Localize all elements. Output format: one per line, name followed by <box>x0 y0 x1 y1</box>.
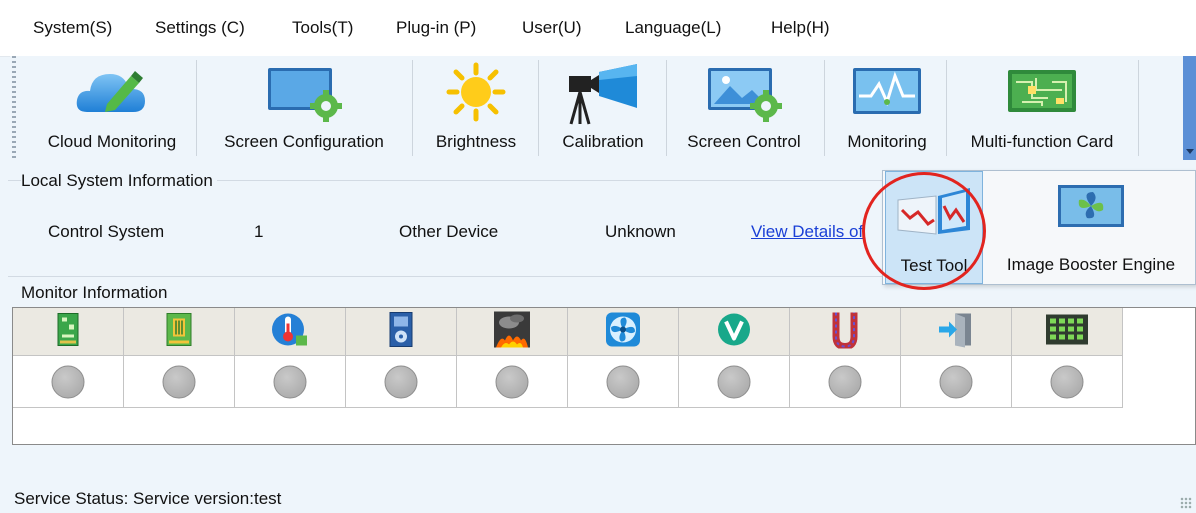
test-tool-label: Test Tool <box>900 256 968 275</box>
monitor-column-header[interactable] <box>790 308 901 356</box>
thermometer-icon <box>272 311 308 352</box>
calibration-button[interactable]: Calibration <box>544 56 662 160</box>
menu-plugin[interactable]: Plug-in (P) <box>396 18 476 38</box>
fan-icon <box>605 311 641 352</box>
menu-system[interactable]: System(S) <box>33 18 112 38</box>
status-cell <box>13 356 124 408</box>
voltage-icon <box>717 312 751 351</box>
resize-grip[interactable] <box>1180 497 1192 509</box>
screen-picture-gear-icon <box>704 62 784 127</box>
fan-board-icon <box>389 311 413 352</box>
control-system-value: 1 <box>254 222 264 241</box>
status-indicator <box>384 365 418 398</box>
other-device-label: Other Device <box>399 222 499 241</box>
menu-bar: System(S) Settings (C) Tools(T) Plug-in … <box>0 0 1196 57</box>
status-cell <box>679 356 790 408</box>
toolbar-separator <box>196 60 197 156</box>
status-indicator <box>828 365 862 398</box>
toolbar-separator <box>946 60 947 156</box>
image-booster-engine-button[interactable]: Image Booster Engine <box>987 171 1195 284</box>
cloud-monitoring-label: Cloud Monitoring <box>47 132 177 151</box>
monitoring-label: Monitoring <box>847 132 927 151</box>
status-indicator <box>939 365 973 398</box>
monitor-column-header[interactable] <box>346 308 457 356</box>
monitoring-button[interactable]: Monitoring <box>830 56 944 160</box>
status-cell <box>235 356 346 408</box>
multi-function-card-label: Multi-function Card <box>970 132 1114 151</box>
toolbar-separator <box>666 60 667 156</box>
toolbar-separator <box>1138 60 1139 156</box>
monitor-column-header[interactable] <box>1012 308 1123 356</box>
control-system-label: Control System <box>48 222 165 241</box>
status-indicator <box>606 365 640 398</box>
plugin-popup: Test Tool Image Booster Engine <box>882 170 1196 285</box>
view-details-link[interactable]: View Details of <box>751 222 863 242</box>
status-indicator <box>717 365 751 398</box>
toolbar-grip[interactable] <box>12 56 16 160</box>
screen-configuration-button[interactable]: Screen Configuration <box>202 56 406 160</box>
green-board-icon <box>57 312 79 351</box>
other-device-value: Unknown <box>605 222 676 241</box>
toolbar-separator <box>412 60 413 156</box>
monitor-column-header[interactable] <box>235 308 346 356</box>
status-indicator <box>495 365 529 398</box>
cloud-pencil-icon <box>73 62 151 123</box>
monitor-column-header[interactable] <box>568 308 679 356</box>
toolbar-separator <box>824 60 825 156</box>
monitor-wave-icon <box>849 62 925 127</box>
module-grid-icon <box>1045 313 1089 350</box>
status-indicator <box>162 365 196 398</box>
test-chart-icon <box>894 186 974 243</box>
status-indicator <box>1050 365 1084 398</box>
menu-user[interactable]: User(U) <box>522 18 582 38</box>
calibration-label: Calibration <box>562 132 644 151</box>
toolbar-overflow-button[interactable] <box>1183 56 1196 160</box>
monitor-column-header[interactable] <box>901 308 1012 356</box>
image-booster-icon <box>1056 183 1126 236</box>
camera-tripod-icon <box>563 62 643 131</box>
smoke-fire-icon <box>493 310 531 353</box>
status-cell <box>124 356 235 408</box>
status-cell <box>457 356 568 408</box>
sun-icon <box>444 62 508 127</box>
screen-control-label: Screen Control <box>687 132 801 151</box>
status-cell <box>568 356 679 408</box>
monitor-column-header[interactable] <box>457 308 568 356</box>
menu-tools[interactable]: Tools(T) <box>292 18 353 38</box>
circuit-board-icon <box>1002 62 1082 127</box>
status-cell <box>901 356 1012 408</box>
status-cell <box>1012 356 1123 408</box>
chevron-down-icon <box>1186 149 1194 154</box>
brightness-button[interactable]: Brightness <box>418 56 534 160</box>
screen-configuration-label: Screen Configuration <box>224 132 384 151</box>
door-icon <box>937 311 975 352</box>
receiving-card-icon <box>166 312 192 351</box>
status-cell <box>346 356 457 408</box>
status-indicator <box>273 365 307 398</box>
monitor-column-header[interactable] <box>13 308 124 356</box>
multi-function-card-button[interactable]: Multi-function Card <box>952 56 1132 160</box>
status-indicator <box>51 365 85 398</box>
test-tool-button[interactable]: Test Tool <box>885 171 983 284</box>
image-booster-engine-label: Image Booster Engine <box>1006 255 1176 274</box>
main-toolbar: Cloud Monitoring Screen Configuration Br… <box>10 56 1186 160</box>
brightness-label: Brightness <box>435 132 517 151</box>
menu-settings[interactable]: Settings (C) <box>155 18 245 38</box>
local-system-title: Local System Information <box>21 171 217 191</box>
status-cell <box>790 356 901 408</box>
cloud-monitoring-button[interactable]: Cloud Monitoring <box>22 56 202 160</box>
menu-help[interactable]: Help(H) <box>771 18 830 38</box>
screen-control-button[interactable]: Screen Control <box>672 56 816 160</box>
cable-icon <box>830 310 860 353</box>
monitor-info-title: Monitor Information <box>21 283 168 302</box>
screen-gear-icon <box>264 62 344 127</box>
monitor-grid <box>12 307 1196 445</box>
menu-language[interactable]: Language(L) <box>625 18 721 38</box>
monitor-column-header[interactable] <box>679 308 790 356</box>
service-status: Service Status: Service version:test <box>14 489 282 508</box>
toolbar-separator <box>538 60 539 156</box>
monitor-column-header[interactable] <box>124 308 235 356</box>
